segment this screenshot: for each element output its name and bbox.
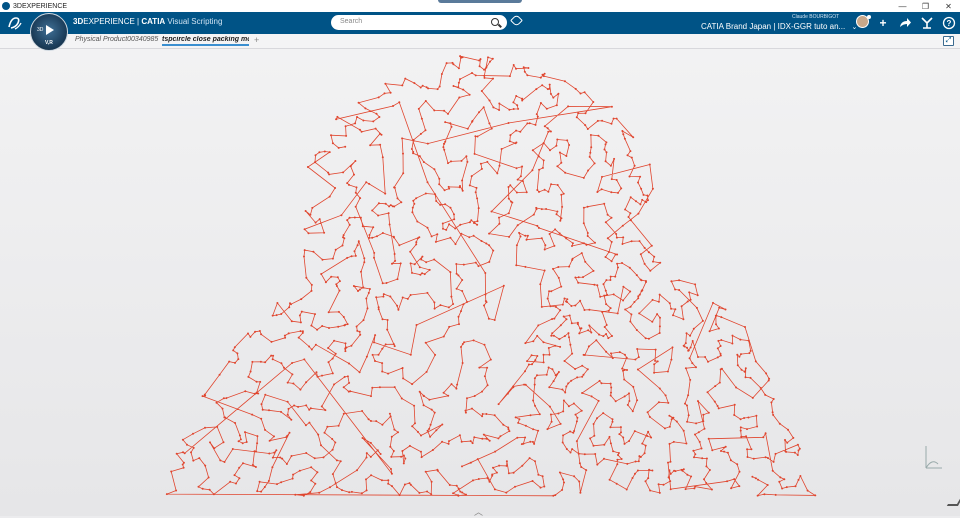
tag-icon[interactable] — [510, 14, 523, 27]
window-controls: — ❐ ✕ — [891, 0, 960, 12]
minimize-button[interactable]: — — [891, 0, 914, 12]
user-name: Claude BOURBIGOT — [792, 14, 840, 20]
chevron-up-icon[interactable]: ︿ — [474, 505, 483, 518]
window-notch — [438, 0, 522, 3]
axis-triad-icon[interactable] — [918, 444, 948, 474]
app-topbar: 3DEXPERIENCE | CATIA Visual Scripting Se… — [0, 12, 960, 34]
app-logo-icon — [2, 2, 10, 10]
viewport-3d[interactable]: ︿ — [0, 49, 960, 518]
tenant-label: CATIA Brand Japan | IDX-GGR tuto an... — [701, 22, 846, 31]
brand-app-name: Visual Scripting — [165, 17, 223, 26]
brand-catia: CATIA — [141, 17, 166, 26]
compass-vr-label: V,R — [45, 40, 53, 46]
app-brand: 3DEXPERIENCE | CATIA Visual Scripting — [73, 17, 222, 26]
close-button[interactable]: ✕ — [937, 0, 960, 12]
tenant-selector[interactable]: CATIA Brand Japan | IDX-GGR tuto an... ⌄ — [701, 22, 857, 31]
play-icon[interactable] — [46, 25, 54, 35]
brand-3d: 3D — [73, 17, 84, 26]
add-tab-button[interactable]: + — [254, 35, 259, 45]
tsp-path-drawing — [165, 55, 817, 497]
add-icon[interactable]: + — [876, 16, 890, 30]
avatar[interactable] — [856, 15, 871, 28]
ds-logo-icon[interactable] — [6, 14, 24, 32]
tab-tspcircle[interactable]: tspcircle close packing mo — [162, 36, 249, 46]
search-input[interactable]: Search — [340, 18, 362, 25]
window-titlebar: 3DEXPERIENCE — ❐ ✕ — [0, 0, 960, 12]
search-icon[interactable] — [491, 18, 499, 26]
window-title: 3DEXPERIENCE — [13, 2, 68, 10]
share-icon[interactable] — [898, 16, 912, 30]
tab-bar: Physical Product00340985 tspcircle close… — [0, 34, 960, 49]
search-box[interactable]: Search — [331, 15, 507, 30]
help-icon[interactable]: ? — [942, 16, 956, 30]
compass-3d-label: 3D — [37, 27, 44, 33]
apps-icon[interactable] — [920, 16, 934, 30]
compass-widget[interactable]: 3D V,R — [30, 13, 68, 51]
svg-text:?: ? — [947, 19, 952, 28]
brand-experience: EXPERIENCE — [83, 17, 135, 26]
tsp-points — [165, 55, 817, 497]
maximize-icon[interactable]: ⤢ — [943, 36, 954, 46]
restore-button[interactable]: ❐ — [914, 0, 937, 12]
tab-physical-product[interactable]: Physical Product00340985 — [75, 36, 158, 43]
